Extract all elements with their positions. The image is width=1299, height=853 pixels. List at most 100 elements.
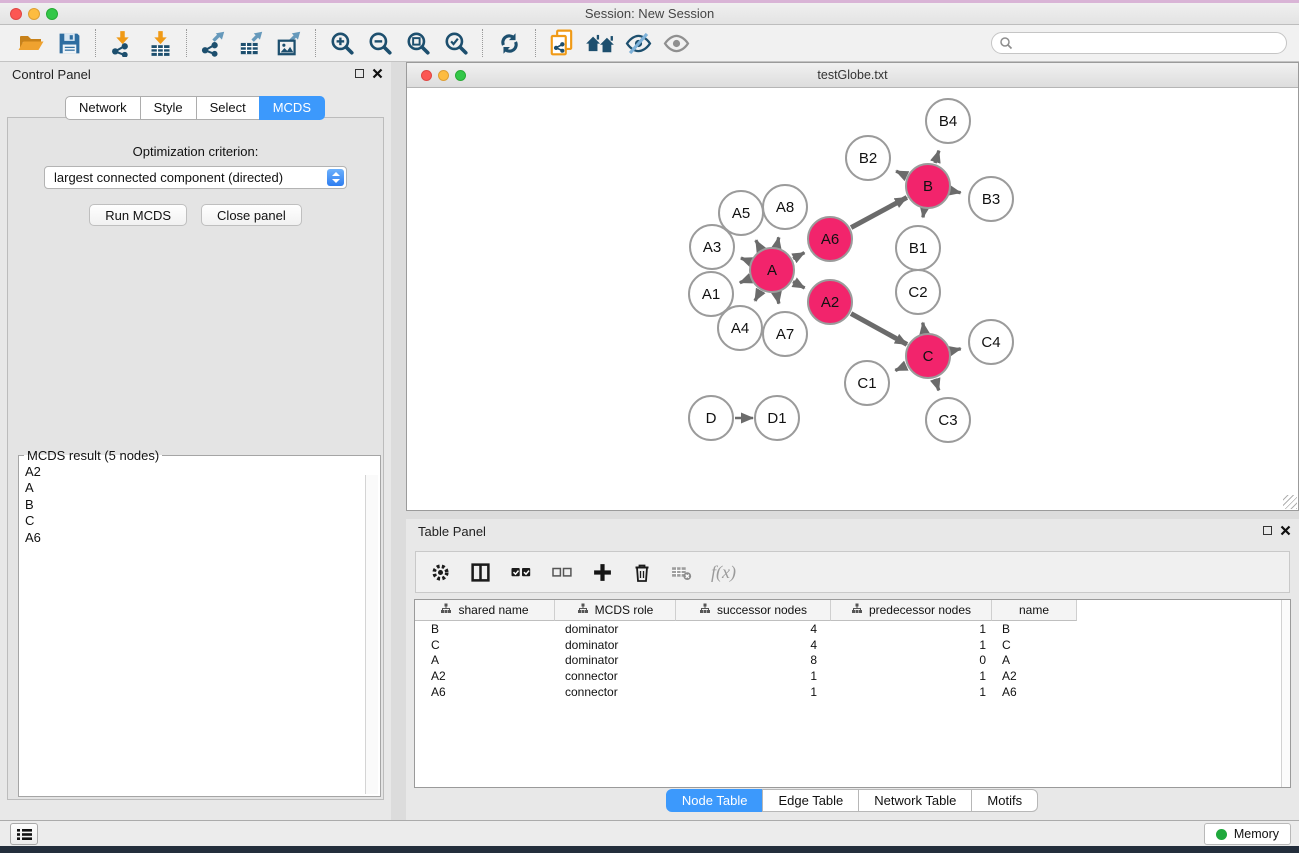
table-cell[interactable]: A6 <box>415 685 555 699</box>
graph-edge-B-B4[interactable] <box>935 151 939 163</box>
table-settings-gear-icon[interactable] <box>430 562 451 583</box>
close-panel-icon[interactable] <box>372 68 383 79</box>
table-row[interactable]: Adominator80A <box>415 653 1290 669</box>
graph-edge-A2-C[interactable] <box>851 314 907 345</box>
result-scrollbar[interactable] <box>365 475 378 794</box>
float-table-panel-icon[interactable] <box>1263 526 1272 535</box>
graph-edge-B-B1[interactable] <box>923 210 924 218</box>
result-item[interactable]: A2 <box>23 464 380 480</box>
refresh-icon[interactable] <box>490 27 528 59</box>
graph-edge-A-A4[interactable] <box>755 291 760 301</box>
table-row[interactable]: A6connector11A6 <box>415 684 1290 700</box>
table-cell[interactable]: 1 <box>676 685 831 699</box>
table-cell[interactable]: dominator <box>555 638 676 652</box>
graph-edge-A-A8[interactable] <box>777 237 779 246</box>
zoom-selected-icon[interactable] <box>437 27 475 59</box>
result-item[interactable]: A <box>23 480 380 496</box>
memory-button[interactable]: Memory <box>1204 823 1291 845</box>
close-panel-button[interactable]: Close panel <box>201 204 302 226</box>
minimize-traffic-light[interactable] <box>28 8 40 20</box>
column-header-name[interactable]: name <box>992 600 1077 621</box>
network-minimize-traffic-light[interactable] <box>438 70 449 81</box>
table-cell[interactable]: C <box>992 638 1077 652</box>
export-table-icon[interactable] <box>232 27 270 59</box>
table-cell[interactable]: A <box>992 653 1077 667</box>
network-canvas[interactable]: B4B2BB3A8A5A6A3B1AA1C2A2A4A7C4CC1C3DD1 <box>407 89 1298 510</box>
table-cell[interactable]: 1 <box>831 669 992 683</box>
zoom-out-icon[interactable] <box>361 27 399 59</box>
close-traffic-light[interactable] <box>10 8 22 20</box>
result-item[interactable]: A6 <box>23 530 380 546</box>
table-cell[interactable]: dominator <box>555 653 676 667</box>
result-item[interactable]: B <box>23 497 380 513</box>
hide-selected-eye-icon[interactable] <box>619 27 657 59</box>
delete-trash-icon[interactable] <box>632 562 652 583</box>
network-zoom-traffic-light[interactable] <box>455 70 466 81</box>
graph-edge-B-B2[interactable] <box>896 171 906 176</box>
graph-edge-A-A7[interactable] <box>777 294 779 304</box>
graph-edge-A-A5[interactable] <box>756 240 761 249</box>
table-row[interactable]: Cdominator41C <box>415 637 1290 653</box>
result-item[interactable]: C <box>23 513 380 529</box>
export-network-icon[interactable] <box>194 27 232 59</box>
table-cell[interactable]: A2 <box>415 669 555 683</box>
import-table-icon[interactable] <box>141 27 179 59</box>
table-cell[interactable]: 1 <box>831 638 992 652</box>
table-cell[interactable]: connector <box>555 685 676 699</box>
select-all-icon[interactable] <box>510 562 532 582</box>
graph-edge-A6-B[interactable] <box>851 197 907 227</box>
tab-select[interactable]: Select <box>196 96 260 120</box>
graph-edge-C-C4[interactable] <box>951 349 960 351</box>
tab-edge-table[interactable]: Edge Table <box>762 789 859 812</box>
new-network-from-selection-icon[interactable] <box>543 27 581 59</box>
export-image-icon[interactable] <box>270 27 308 59</box>
table-cell[interactable]: B <box>992 622 1077 636</box>
table-cell[interactable]: A2 <box>992 669 1077 683</box>
float-panel-icon[interactable] <box>355 69 364 78</box>
tab-motifs[interactable]: Motifs <box>971 789 1038 812</box>
table-cell[interactable]: A6 <box>992 685 1077 699</box>
graph-edge-B-B3[interactable] <box>952 191 961 193</box>
table-cell[interactable]: B <box>415 622 555 636</box>
column-header-successor-nodes[interactable]: successor nodes <box>676 600 831 621</box>
tab-style[interactable]: Style <box>140 96 197 120</box>
table-cell[interactable]: 4 <box>676 638 831 652</box>
first-neighbors-homes-icon[interactable] <box>581 27 619 59</box>
search-input[interactable] <box>991 32 1287 54</box>
network-canvas-container[interactable]: B4B2BB3A8A5A6A3B1AA1C2A2A4A7C4CC1C3DD1 <box>407 89 1298 510</box>
table-row[interactable]: A2connector11A2 <box>415 668 1290 684</box>
graph-edge-A-A3[interactable] <box>741 258 750 261</box>
graph-edge-C-C2[interactable] <box>923 323 925 333</box>
tab-mcds[interactable]: MCDS <box>259 96 325 120</box>
table-cell[interactable]: 0 <box>831 653 992 667</box>
table-cell[interactable]: dominator <box>555 622 676 636</box>
tab-network-table[interactable]: Network Table <box>858 789 972 812</box>
tab-node-table[interactable]: Node Table <box>666 789 764 812</box>
show-panels-list-icon[interactable] <box>10 823 38 845</box>
show-all-eye-icon[interactable] <box>657 27 695 59</box>
table-cell[interactable]: 4 <box>676 622 831 636</box>
graph-edge-A-A2[interactable] <box>793 282 805 288</box>
table-cell[interactable]: 1 <box>831 685 992 699</box>
table-cell[interactable]: C <box>415 638 555 652</box>
close-table-panel-icon[interactable] <box>1280 525 1291 536</box>
unselect-all-icon[interactable] <box>551 562 573 582</box>
show-column-icon[interactable] <box>470 562 491 583</box>
table-cell[interactable]: 1 <box>676 669 831 683</box>
zoom-in-icon[interactable] <box>323 27 361 59</box>
criterion-select[interactable]: largest connected component (directed) <box>44 166 347 189</box>
column-header-MCDS-role[interactable]: MCDS role <box>555 600 676 621</box>
graph-edge-A-A1[interactable] <box>740 279 750 283</box>
graph-edge-A-A6[interactable] <box>793 253 804 259</box>
zoom-fit-icon[interactable] <box>399 27 437 59</box>
run-mcds-button[interactable]: Run MCDS <box>89 204 187 226</box>
tab-network[interactable]: Network <box>65 96 141 120</box>
column-header-shared-name[interactable]: shared name <box>415 600 555 621</box>
import-network-icon[interactable] <box>103 27 141 59</box>
graph-edge-C-C1[interactable] <box>895 366 906 371</box>
table-scrollbar[interactable] <box>1281 600 1290 787</box>
add-column-plus-icon[interactable] <box>592 562 613 583</box>
network-close-traffic-light[interactable] <box>421 70 432 81</box>
table-row[interactable]: Bdominator41B <box>415 621 1290 637</box>
network-window-titlebar[interactable]: testGlobe.txt <box>407 63 1298 88</box>
